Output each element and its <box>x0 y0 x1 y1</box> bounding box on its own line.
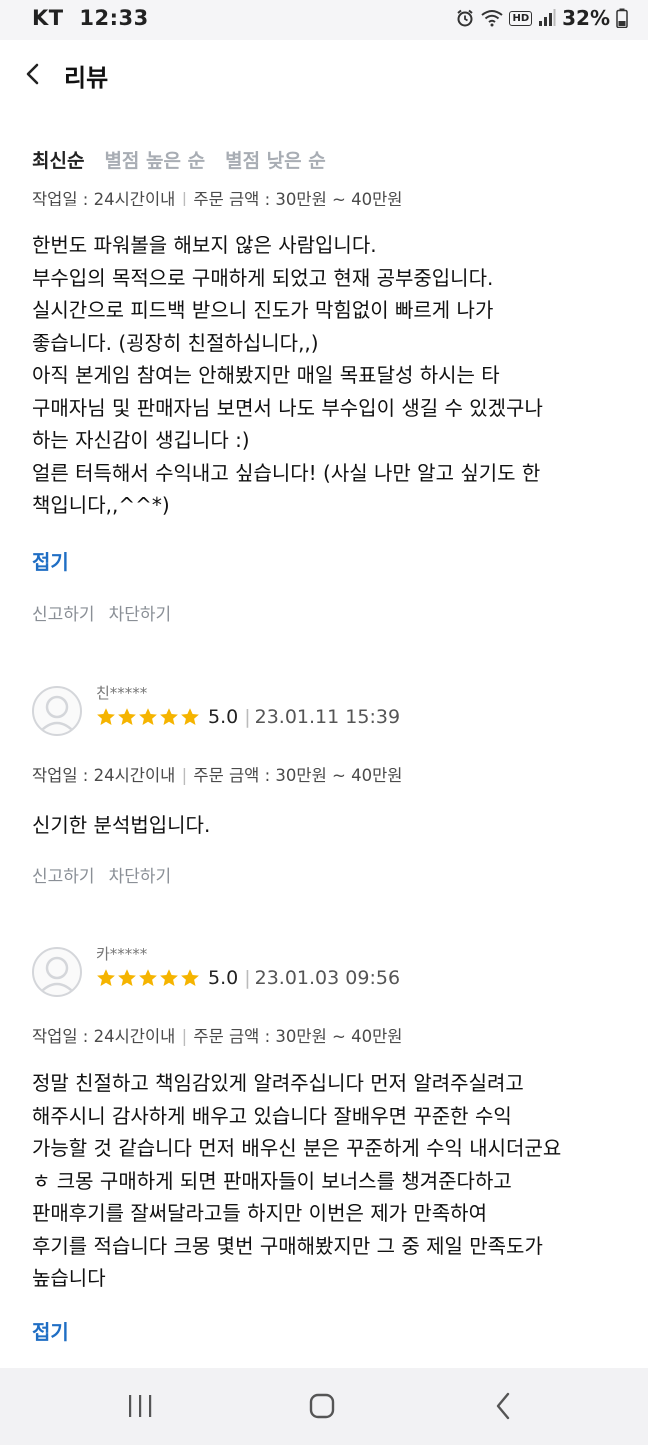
review-line: 하는 자신감이 생깁니다 :) <box>32 428 250 452</box>
fold-link[interactable]: 접기 <box>32 1316 69 1345</box>
hd-icon: HD <box>509 10 533 26</box>
order-amount-key: 주문 금액 <box>193 766 260 785</box>
recent-apps-button[interactable] <box>120 1390 160 1422</box>
battery-percent: 32% <box>562 6 610 30</box>
star-rating <box>96 707 200 727</box>
star-icon <box>160 969 178 986</box>
review-line: 가능할 것 같습니다 먼저 배우신 분은 꾸준하게 수익 내시더군요 <box>32 1136 562 1160</box>
review-line: 판매후기를 잘써달라고들 하지만 이번은 제가 만족하여 <box>32 1201 487 1225</box>
order-amount-value: 30만원 ~ 40만원 <box>275 190 403 206</box>
back-button[interactable] <box>18 58 50 90</box>
chevron-left-icon <box>26 63 39 85</box>
review-date-wrap: | 23.01.11 15:39 <box>244 706 401 728</box>
star-icon <box>97 708 115 725</box>
review-date: 23.01.03 09:56 <box>254 967 401 989</box>
reviewer-name: 친***** <box>96 684 148 702</box>
clock-label: 12:33 <box>79 6 149 30</box>
work-day-key: 작업일 <box>32 766 78 785</box>
battery-icon <box>616 8 628 28</box>
app-header: 리뷰 <box>0 40 648 110</box>
review-line: 후기를 적습니다 크몽 몇번 구매해봤지만 그 중 제일 만족도가 <box>32 1233 543 1258</box>
reviewer-name: 카***** <box>96 945 148 963</box>
review-actions: 신고하기 차단하기 <box>32 862 171 887</box>
review-line: 부수입의 목적으로 구매하게 되었고 현재 공부중입니다. <box>32 265 494 290</box>
review-line: ㅎ 크몽 구매하게 되면 판매자들이 보너스를 챙겨준다하고 <box>32 1168 512 1193</box>
review-date-wrap: | 23.01.03 09:56 <box>244 967 401 989</box>
review-line: 높습니다 <box>32 1266 106 1290</box>
fold-link[interactable]: 접기 <box>32 546 69 575</box>
rating-score: 5.0 <box>208 967 239 989</box>
work-day-key: 작업일 <box>32 190 78 206</box>
review-meta-clipped: 작업일 : 24시간이내 | 주문 금액 : 30만원 ~ 40만원 <box>32 178 632 206</box>
review-actions: 신고하기 차단하기 <box>32 600 171 625</box>
order-amount-key: 주문 금액 <box>193 190 260 206</box>
alarm-icon <box>455 8 475 28</box>
wifi-icon <box>481 9 504 27</box>
carrier-label: KT <box>32 6 64 30</box>
review-meta: 작업일 : 24시간이내 | 주문 금액 : 30만원 ~ 40만원 <box>32 766 403 785</box>
star-icon <box>181 969 199 986</box>
review-line: 신기한 분석법입니다. <box>32 813 211 837</box>
system-nav-bar <box>0 1368 648 1445</box>
star-icon <box>160 708 178 725</box>
review-meta: 작업일 : 24시간이내 | 주문 금액 : 30만원 ~ 40만원 <box>32 1027 403 1046</box>
home-icon <box>309 1393 335 1419</box>
page-title: 리뷰 <box>64 64 109 92</box>
home-button[interactable] <box>302 1390 342 1422</box>
review-line: 책입니다,,^^*) <box>32 493 170 517</box>
signal-icon <box>538 9 556 27</box>
star-icon <box>139 708 157 725</box>
star-icon <box>139 969 157 986</box>
review-line: 좋습니다. (굉장히 친절하십니다,,) <box>32 330 319 355</box>
review-line: 구매자님 및 판매자님 보면서 나도 부수입이 생길 수 있겠구나 <box>32 395 543 420</box>
review-body: 정말 친절하고 책임감있게 알려주십니다 먼저 알려주실려고 해주시니 감사하게… <box>32 1067 632 1295</box>
back-icon <box>496 1392 510 1420</box>
star-rating <box>96 968 200 988</box>
reviewer-header: 카***** 5.0 | 23.01.03 09:56 <box>32 945 632 1003</box>
status-bar: KT 12:33 HD 32% <box>0 0 648 40</box>
star-icon <box>118 969 136 986</box>
rating-row: 5.0 | 23.01.11 15:39 <box>96 706 400 728</box>
review-date: 23.01.11 15:39 <box>254 706 401 728</box>
nav-back-button[interactable] <box>484 1390 524 1422</box>
work-day-value: 24시간이내 <box>93 190 176 206</box>
tab-latest[interactable]: 최신순 <box>32 146 84 173</box>
work-day-value: 24시간이내 <box>93 1027 176 1046</box>
recent-apps-icon <box>129 1395 152 1417</box>
block-button[interactable]: 차단하기 <box>109 600 172 625</box>
review-line: 실시간으로 피드백 받으니 진도가 막힘없이 빠르게 나가 <box>32 298 494 322</box>
star-icon <box>118 708 136 725</box>
report-button[interactable]: 신고하기 <box>32 600 95 625</box>
avatar <box>32 947 82 997</box>
rating-row: 5.0 | 23.01.03 09:56 <box>96 967 400 989</box>
avatar <box>32 686 82 736</box>
review-line: 해주시니 감사하게 배우고 있습니다 잘배우면 꾸준한 수익 <box>32 1103 512 1128</box>
review-line: 아직 본게임 참여는 안해봤지만 매일 목표달성 하시는 타 <box>32 363 500 387</box>
order-amount-value: 30만원 ~ 40만원 <box>275 1027 403 1046</box>
order-amount-key: 주문 금액 <box>193 1027 260 1046</box>
star-icon <box>97 969 115 986</box>
reviewer-header: 친***** 5.0 | 23.01.11 15:39 <box>32 684 632 742</box>
tab-rating-high[interactable]: 별점 높은 순 <box>104 146 205 173</box>
star-icon <box>181 708 199 725</box>
review-body: 신기한 분석법입니다. <box>32 809 632 842</box>
work-day-value: 24시간이내 <box>93 766 176 785</box>
report-button[interactable]: 신고하기 <box>32 862 95 887</box>
review-line: 정말 친절하고 책임감있게 알려주십니다 먼저 알려주실려고 <box>32 1071 524 1095</box>
work-day-key: 작업일 <box>32 1027 78 1046</box>
sort-tabs: 최신순 별점 높은 순 별점 낮은 순 <box>32 146 326 173</box>
review-line: 얼른 터득해서 수익내고 싶습니다! (사실 나만 알고 싶기도 한 <box>32 460 541 485</box>
review-line: 한번도 파워볼을 해보지 않은 사람입니다. <box>32 233 377 257</box>
block-button[interactable]: 차단하기 <box>109 862 172 887</box>
review-body: 한번도 파워볼을 해보지 않은 사람입니다. 부수입의 목적으로 구매하게 되었… <box>32 229 632 522</box>
status-right: HD 32% <box>455 6 628 30</box>
status-left: KT 12:33 <box>32 6 149 30</box>
tab-rating-low[interactable]: 별점 낮은 순 <box>225 146 326 173</box>
order-amount-value: 30만원 ~ 40만원 <box>275 766 403 785</box>
rating-score: 5.0 <box>208 706 239 728</box>
